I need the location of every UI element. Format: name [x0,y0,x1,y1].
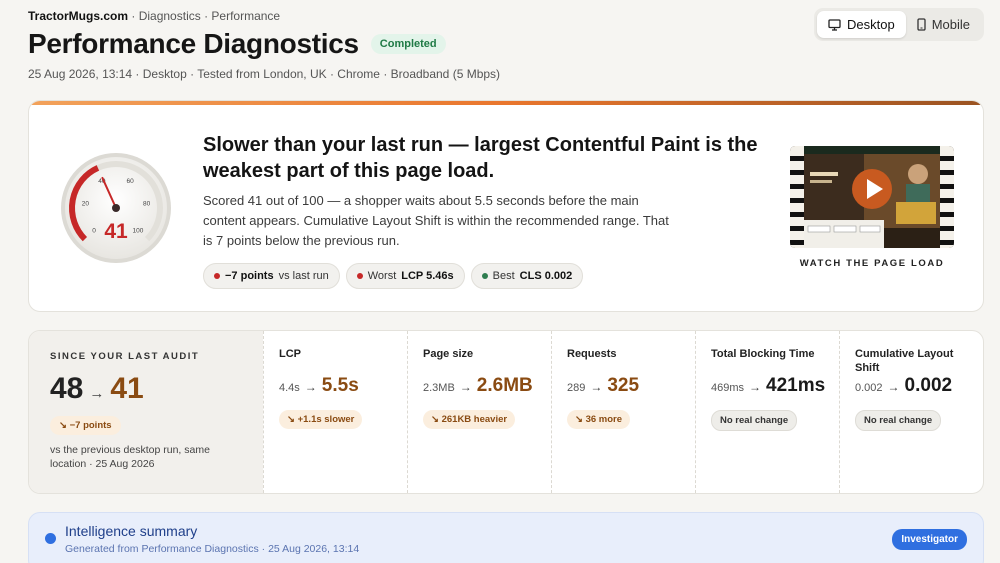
metric-total-blocking-time: Total Blocking Time 469ms → 421ms No rea… [695,331,839,493]
current-score: 41 [110,372,144,405]
metric-cumulative-layout-shift: Cumulative Layout Shift 0.002 → 0.002 No… [839,331,983,493]
metric-values: 289 → 325 [567,375,639,397]
previous-score: 48 [50,372,84,405]
best-label: Best [492,270,515,282]
worst-value: LCP 5.46s [401,270,454,282]
page-title: Performance Diagnostics [28,28,359,59]
run-meta: 25 Aug 2026, 13:14 · Desktop · Tested fr… [28,67,501,81]
metric-values: 0.002 → 0.002 [855,375,952,397]
page-load-video-thumbnail[interactable] [790,146,954,248]
arrow-right-icon: → [89,385,105,402]
metric-current: 421ms [766,375,826,396]
metric-previous: 289 [567,382,586,394]
worst-label: Worst [367,270,397,282]
gauge-tick-label: 20 [82,201,90,208]
since-last-audit: SINCE YOUR LAST AUDIT 48 → 41 ↘ −7 point… [29,331,263,493]
since-note: vs the previous desktop run, same locati… [50,444,210,470]
metric-current: 5.5s [321,375,359,396]
score-gauge: 02040 6080100 41 [61,153,171,263]
title-row: Performance Diagnostics Completed [28,28,446,60]
phone-icon [917,18,926,31]
metric-label: Total Blocking Time [711,348,815,360]
metric-page-size: Page size 2.3MB → 2.6MB ↘ 261KB heavier [407,331,551,493]
since-label: SINCE YOUR LAST AUDIT [50,351,200,362]
gauge-tick-label: 60 [126,178,134,185]
intel-title: Intelligence summary [65,523,198,539]
arrow-right-icon: → [887,380,900,394]
watch-page-load-link[interactable]: WATCH THE PAGE LOAD [790,258,954,269]
worst-metric-pill: Worst LCP 5.46s [345,263,465,289]
gauge-tick-label: 100 [132,227,143,234]
score-change-value: −7 points [225,270,274,282]
green-dot-icon [481,273,488,279]
investigator-badge[interactable]: Investigator [892,529,967,550]
score-comparison: 48 → 41 [50,372,243,406]
metric-previous: 469ms [711,382,745,394]
metric-change-chip: ↘ 36 more [567,410,631,429]
site-topbar [804,146,940,154]
arrow-right-icon: → [304,380,317,394]
gauge-tick-label: 0 [92,227,96,234]
metric-change-chip: ↘ +1.1s slower [279,410,363,429]
metric-label: Cumulative Layout Shift [855,348,954,374]
intel-subtitle: Generated from Performance Diagnostics ·… [65,543,360,555]
breadcrumb: TractorMugs.com · Diagnostics · Performa… [28,9,280,23]
metric-change-chip: No real change [711,410,798,431]
arrow-right-icon: → [590,380,603,394]
score-summary-card: 0 20 40 60 80 100 41 Slower than your last ru… [28,100,984,312]
intelligence-summary-panel[interactable]: Intelligence summary Generated from Perf… [28,512,984,563]
hero-headline: Slower than your last run — largest Cont… [203,134,758,182]
breadcrumb-trail: · Diagnostics · Performance [131,9,281,23]
metric-values: 2.3MB → 2.6MB [423,375,533,397]
hero-text: Slower than your last run — largest Cont… [203,132,763,289]
metric-requests: Requests 289 → 325 ↘ 36 more [551,331,695,493]
hero-description: Scored 41 out of 100 — a shopper waits a… [203,193,669,248]
metric-previous: 4.4s [279,382,300,394]
status-badge: Completed [370,34,446,54]
mobile-button[interactable]: Mobile [906,11,981,38]
device-toggle: Desktop Mobile [814,8,984,41]
metric-change-chip: ↘ 261KB heavier [423,410,516,429]
summary-pills: −7 points vs last run Worst LCP 5.46s Be… [203,263,763,289]
score-delta-chip: ↘ −7 points [50,416,121,435]
gauge-score: 41 [104,220,128,243]
arrow-right-icon: → [749,380,762,394]
gauge-hub [112,204,120,212]
metric-current: 2.6MB [476,375,533,396]
site-form-area [804,220,884,248]
metric-values: 469ms → 421ms [711,375,825,397]
metric-change-chip: No real change [855,410,942,431]
metric-label: LCP [279,348,301,360]
score-change-label: vs last run [278,270,329,282]
red-dot-icon [356,273,363,279]
status-dot-icon [45,533,56,544]
best-value: CLS 0.002 [519,270,573,282]
desktop-label: Desktop [847,17,895,32]
metric-current: 0.002 [904,375,953,396]
metric-previous: 0.002 [855,382,883,394]
metric-lcp: LCP 4.4s → 5.5s ↘ +1.1s slower [263,331,407,493]
metric-label: Page size [423,348,474,360]
card-accent-bar [29,101,983,105]
score-change-pill: −7 points vs last run [203,263,340,289]
red-dot-icon [214,273,220,279]
metric-values: 4.4s → 5.5s [279,375,359,397]
site-link[interactable]: TractorMugs.com [28,9,128,23]
metric-label: Requests [567,348,617,360]
arrow-right-icon: → [459,380,472,394]
metric-previous: 2.3MB [423,382,455,394]
gauge-tick-label: 80 [143,201,151,208]
best-metric-pill: Best CLS 0.002 [470,263,584,289]
monitor-icon [828,18,841,31]
metric-current: 325 [607,375,640,396]
comparison-panel: SINCE YOUR LAST AUDIT 48 → 41 ↘ −7 point… [28,330,984,494]
desktop-button[interactable]: Desktop [817,11,906,38]
mobile-label: Mobile [931,17,970,32]
